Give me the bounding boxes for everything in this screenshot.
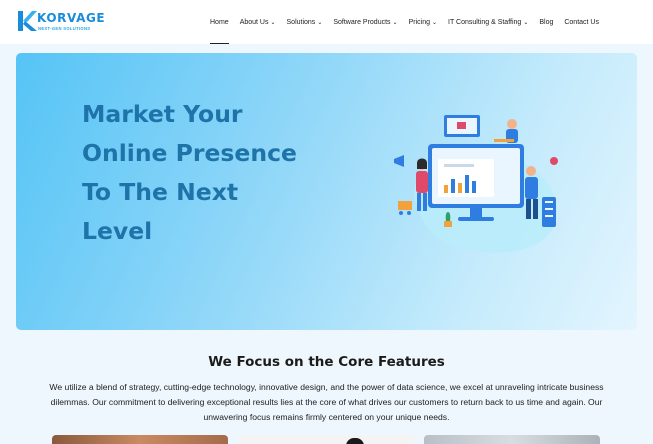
site-header: KORVAGE NEXT-GEN SOLUTIONS Home About Us… [0,0,653,44]
nav-item-label: Contact Us [564,18,599,26]
hero-title-line: Online Presence [82,139,297,167]
nav-item-label: Pricing [408,18,430,26]
nav-item-label: Blog [539,18,554,26]
nav-item-solutions[interactable]: Solutions ⌄ [287,0,323,44]
brand-name: KORVAGE [37,11,106,25]
hero-banner: Market Your Online Presence To The Next … [16,53,637,330]
nav-item-home[interactable]: Home [210,0,229,44]
hero-title-line: Level [82,217,153,245]
feature-card-shape [346,438,364,444]
nav-item-blog[interactable]: Blog [539,0,553,44]
nav-item-it-consulting[interactable]: IT Consulting & Staffing ⌄ [448,0,528,44]
feature-card-image[interactable] [238,435,414,444]
chevron-down-icon: ⌄ [392,19,398,26]
brand-tagline: NEXT-GEN SOLUTIONS [38,26,91,31]
digital-marketing-illustration [394,115,558,253]
features-title: We Focus on the Core Features [208,354,445,370]
nav-item-label: Solutions [286,18,316,26]
nav-item-pricing[interactable]: Pricing ⌄ [409,0,437,44]
nav-item-label: Software Products [333,18,391,26]
nav-item-contact-us[interactable]: Contact Us [564,0,599,44]
main-nav: Home About Us ⌄ Solutions ⌄ Software Pro… [210,0,610,44]
chevron-down-icon: ⌄ [317,19,323,26]
chevron-down-icon: ⌄ [431,19,438,26]
nav-item-label: IT Consulting & Staffing [448,18,522,26]
nav-item-software-products[interactable]: Software Products ⌄ [333,0,397,44]
feature-card-image[interactable] [52,435,228,444]
chevron-down-icon: ⌄ [270,19,276,26]
chevron-down-icon: ⌄ [523,19,529,26]
hero-title-line: Market Your [82,100,243,128]
hero-title: Market Your Online Presence To The Next … [82,95,342,251]
nav-item-about-us[interactable]: About Us ⌄ [240,0,276,44]
feature-card-image[interactable] [424,435,600,444]
features-description: We utilize a blend of strategy, cutting-… [49,382,604,422]
hero-title-line: To The Next [82,178,239,206]
nav-item-label: Home [210,18,229,26]
brand-logo[interactable]: KORVAGE NEXT-GEN SOLUTIONS [16,9,105,35]
korvage-k-icon [18,11,37,31]
nav-item-label: About Us [239,18,269,26]
